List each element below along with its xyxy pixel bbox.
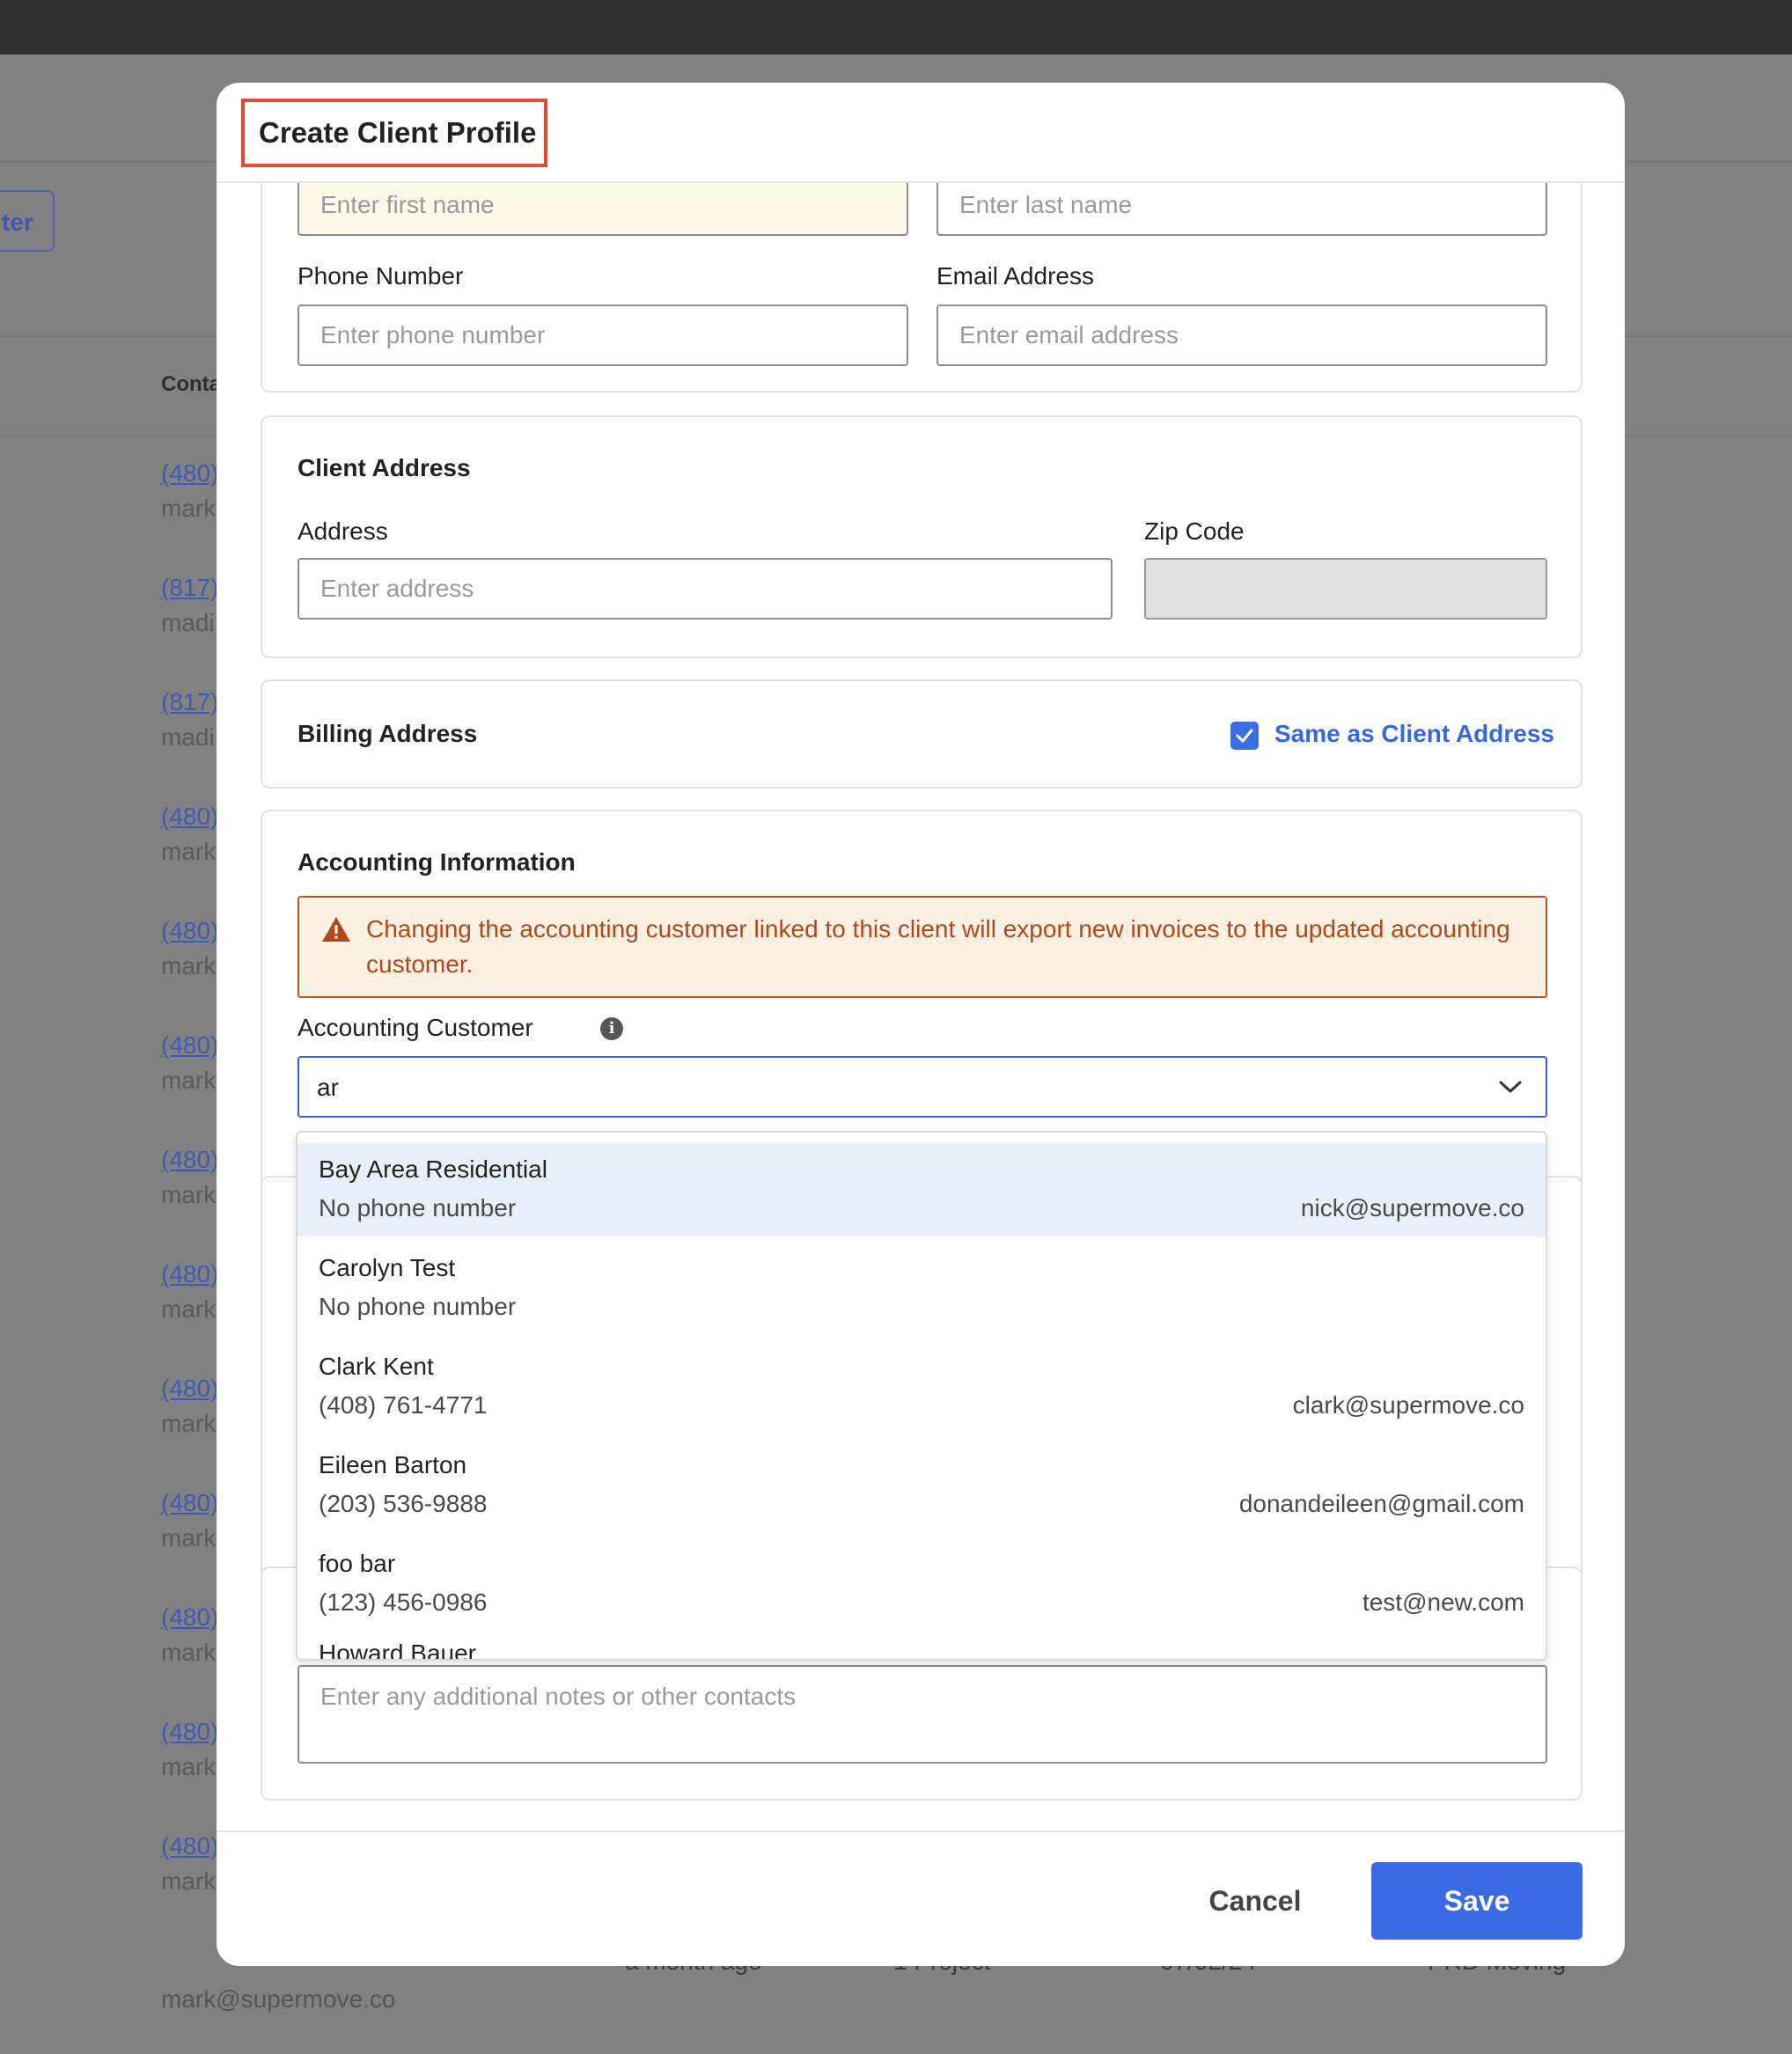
save-button[interactable]: Save xyxy=(1371,1862,1583,1940)
last-name-input[interactable] xyxy=(936,174,1547,236)
accounting-info-title: Accounting Information xyxy=(297,848,576,876)
background-last-email: mark@supermove.co xyxy=(161,1985,396,2013)
background-row[interactable]: (817) madi xyxy=(161,574,223,637)
dropdown-option-partial[interactable]: Howard Bauer xyxy=(319,1640,476,1659)
zip-code-input xyxy=(1144,558,1547,620)
modal-title: Create Client Profile xyxy=(259,116,537,149)
option-name: foo bar xyxy=(319,1550,396,1577)
dropdown-option[interactable]: Bay Area Residential No phone number nic… xyxy=(297,1143,1546,1236)
background-row[interactable]: (480) mark xyxy=(161,1260,223,1324)
chevron-down-icon xyxy=(1499,1081,1522,1093)
option-name: Clark Kent xyxy=(319,1353,434,1380)
background-row[interactable]: (480) mark xyxy=(161,1718,223,1781)
option-phone: No phone number xyxy=(319,1194,517,1221)
option-phone: (408) 761-4771 xyxy=(319,1391,488,1419)
background-row[interactable]: (480) mark xyxy=(161,459,223,523)
background-row[interactable]: (817) madi xyxy=(161,688,223,752)
billing-address-title: Billing Address xyxy=(297,720,478,747)
email-address-input[interactable] xyxy=(936,304,1547,366)
address-input[interactable] xyxy=(297,558,1113,620)
option-name: Bay Area Residential xyxy=(319,1155,547,1183)
modal-footer: Cancel Save xyxy=(217,1830,1625,1966)
background-column-header: Conta xyxy=(161,372,221,396)
option-name: Carolyn Test xyxy=(319,1254,456,1281)
accounting-customer-select[interactable]: ar xyxy=(297,1056,1547,1118)
zip-code-label: Zip Code xyxy=(1144,517,1245,545)
option-email: clark@supermove.co xyxy=(1292,1391,1524,1419)
accounting-warning-banner: Changing the accounting customer linked … xyxy=(297,896,1547,998)
option-name: Eileen Barton xyxy=(319,1451,467,1478)
notes-textarea[interactable] xyxy=(297,1665,1547,1764)
dropdown-option[interactable]: foo bar (123) 456-0986 test@new.com xyxy=(297,1537,1546,1631)
option-phone: (123) 456-0986 xyxy=(319,1588,488,1616)
background-row[interactable]: (480) mark xyxy=(161,1832,223,1896)
background-row[interactable]: (480) mark xyxy=(161,1146,223,1209)
dropdown-option[interactable]: Carolyn Test No phone number xyxy=(297,1242,1546,1335)
client-address-card: Client Address Address Zip Code xyxy=(261,415,1583,658)
same-as-client-address-checkbox[interactable] xyxy=(1230,722,1259,750)
background-row[interactable]: (480) mark xyxy=(161,1603,223,1667)
checkmark-icon xyxy=(1236,729,1253,743)
option-phone: (203) 536-9888 xyxy=(319,1490,488,1517)
option-email: donandeileen@gmail.com xyxy=(1238,1490,1524,1517)
dropdown-option[interactable]: Clark Kent (408) 761-4771 clark@supermov… xyxy=(297,1340,1546,1434)
phone-number-label: Phone Number xyxy=(297,262,464,290)
accounting-customer-value: ar xyxy=(317,1074,339,1101)
billing-address-card: Billing Address Same as Client Address xyxy=(261,679,1583,789)
warning-icon xyxy=(322,917,350,942)
accounting-customer-dropdown: Bay Area Residential No phone number nic… xyxy=(296,1131,1547,1661)
option-phone: No phone number xyxy=(319,1293,517,1320)
background-row[interactable]: (480) mark xyxy=(161,1375,223,1438)
create-client-modal: Phone Number Email Address Client Addres… xyxy=(217,83,1625,1966)
option-email: nick@supermove.co xyxy=(1300,1194,1524,1221)
first-name-input[interactable] xyxy=(297,174,908,236)
address-label: Address xyxy=(297,517,388,545)
background-filter-button[interactable]: ter xyxy=(0,190,55,252)
accounting-customer-label: Accounting Customer xyxy=(297,1014,533,1041)
same-as-client-address-label[interactable]: Same as Client Address xyxy=(1274,720,1554,748)
info-icon[interactable]: i xyxy=(600,1017,623,1040)
background-row[interactable]: (480) mark xyxy=(161,1031,223,1095)
modal-header: Create Client Profile xyxy=(217,83,1625,183)
background-row[interactable]: (480) mark xyxy=(161,1489,223,1552)
option-email: test@new.com xyxy=(1362,1588,1524,1616)
email-address-label: Email Address xyxy=(936,262,1094,290)
phone-number-input[interactable] xyxy=(297,304,908,366)
background-row[interactable]: (480) mark xyxy=(161,917,223,980)
dropdown-option[interactable]: Eileen Barton (203) 536-9888 donandeilee… xyxy=(297,1439,1546,1532)
background-row[interactable]: (480) mark xyxy=(161,803,223,866)
warning-text: Changing the accounting customer linked … xyxy=(366,915,1510,978)
client-address-title: Client Address xyxy=(297,454,471,481)
cancel-button[interactable]: Cancel xyxy=(1185,1862,1326,1940)
app-top-bar xyxy=(0,0,1792,55)
